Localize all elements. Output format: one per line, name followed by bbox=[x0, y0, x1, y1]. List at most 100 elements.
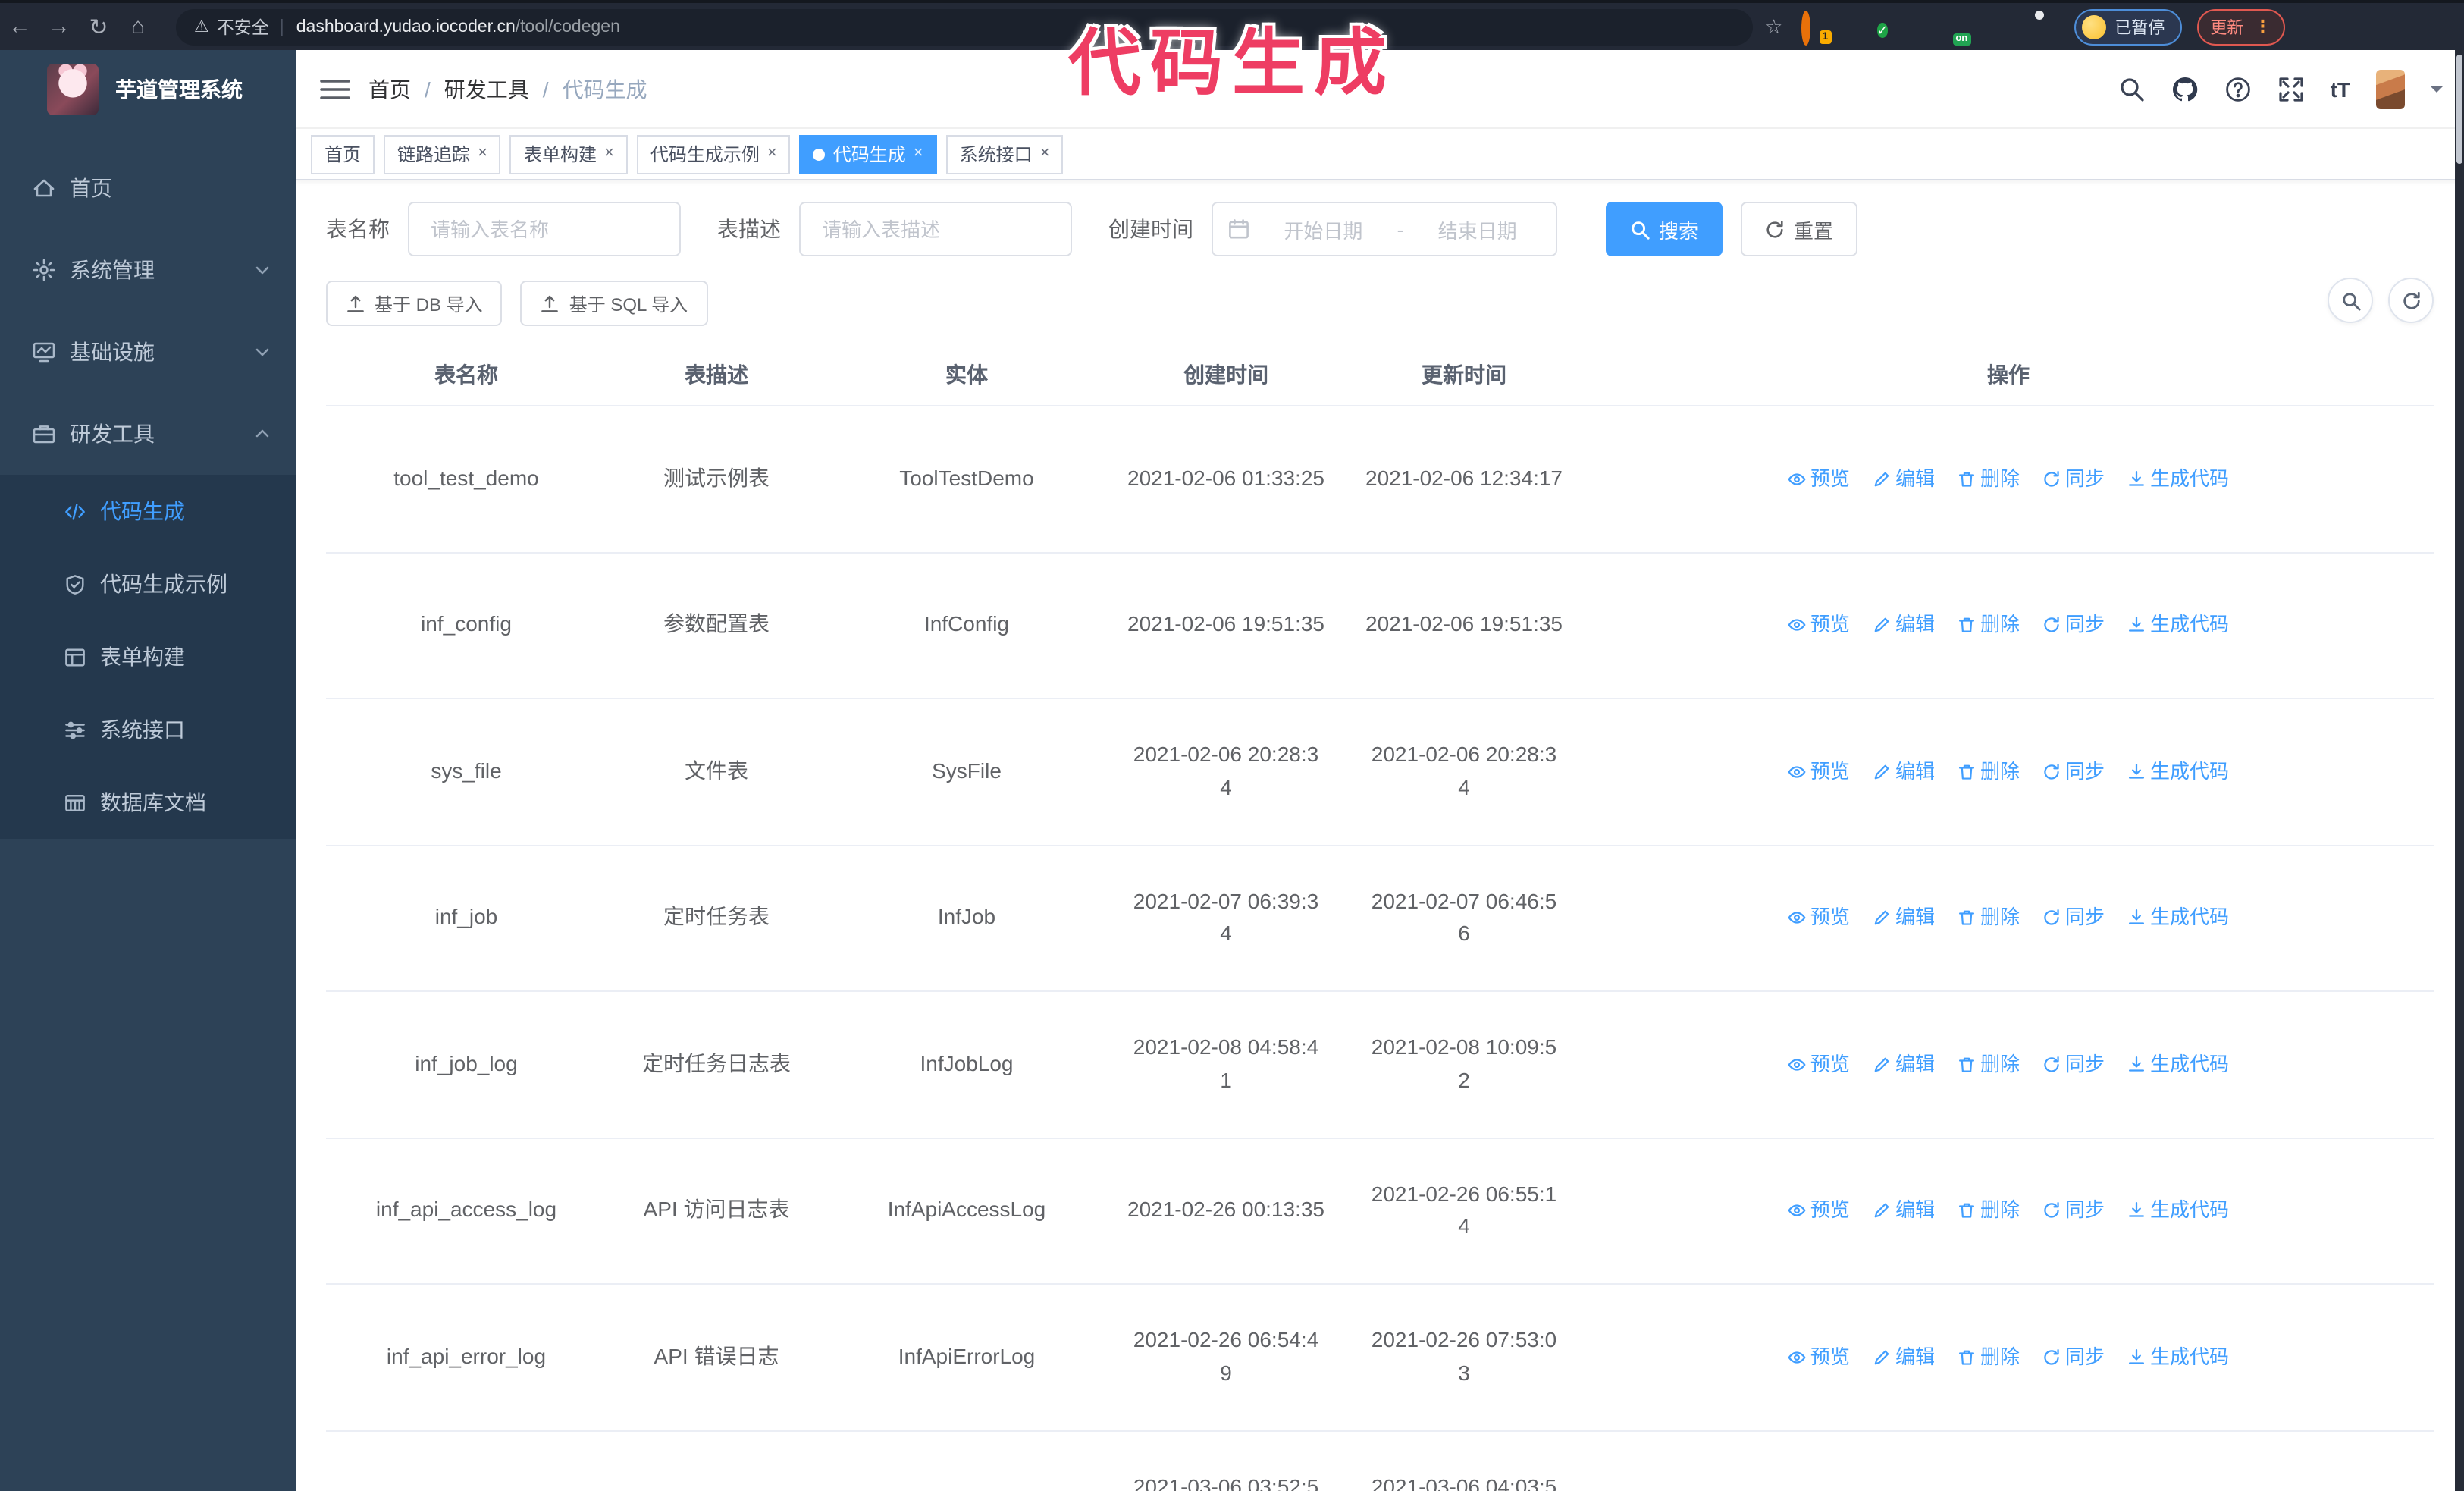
kebab-menu-icon[interactable]: ⋮ bbox=[2254, 17, 2271, 36]
sync-link[interactable]: 同步 bbox=[2042, 1050, 2105, 1080]
generate-code-link[interactable]: 生成代码 bbox=[2127, 463, 2229, 494]
edit-link[interactable]: 编辑 bbox=[1873, 1050, 1935, 1080]
db-import-button[interactable]: 基于 DB 导入 bbox=[326, 281, 503, 326]
sidebar-item-codegen-example[interactable]: 代码生成示例 bbox=[0, 548, 296, 620]
extension-grid-icon[interactable] bbox=[1914, 14, 1939, 39]
sql-import-button[interactable]: 基于 SQL 导入 bbox=[520, 281, 708, 326]
browser-forward-icon[interactable]: → bbox=[39, 14, 79, 39]
extension-dark-on-icon[interactable]: on bbox=[1952, 14, 1977, 45]
edit-link[interactable]: 编辑 bbox=[1873, 1489, 1935, 1491]
browser-back-icon[interactable]: ← bbox=[0, 14, 39, 39]
table-desc-input[interactable] bbox=[822, 218, 1049, 240]
browser-home-icon[interactable]: ⌂ bbox=[118, 14, 158, 39]
browser-scrollbar[interactable] bbox=[2455, 50, 2464, 1491]
font-size-icon[interactable]: tT bbox=[2331, 77, 2350, 101]
reset-button[interactable]: 重置 bbox=[1741, 202, 1858, 256]
sync-link[interactable]: 同步 bbox=[2042, 463, 2105, 494]
delete-link[interactable]: 删除 bbox=[1958, 610, 2020, 640]
scrollbar-thumb[interactable] bbox=[2456, 55, 2462, 164]
delete-link[interactable]: 删除 bbox=[1958, 756, 2020, 786]
tab[interactable]: 链路追踪 × bbox=[384, 134, 501, 174]
sidebar-item-infra[interactable]: 基础设施 bbox=[0, 311, 296, 393]
tab[interactable]: 表单构建 × bbox=[509, 134, 628, 174]
edit-link[interactable]: 编辑 bbox=[1873, 463, 1935, 494]
generate-code-link[interactable]: 生成代码 bbox=[2127, 1489, 2229, 1491]
sync-link[interactable]: 同步 bbox=[2042, 1489, 2105, 1491]
preview-link[interactable]: 预览 bbox=[1788, 756, 1850, 786]
preview-link[interactable]: 预览 bbox=[1788, 1489, 1850, 1491]
breadcrumb-devtools[interactable]: 研发工具 bbox=[444, 74, 529, 104]
edit-link[interactable]: 编辑 bbox=[1873, 1196, 1935, 1226]
sidebar-item-db-doc[interactable]: 数据库文档 bbox=[0, 766, 296, 839]
edit-link[interactable]: 编辑 bbox=[1873, 902, 1935, 933]
breadcrumb-home[interactable]: 首页 bbox=[368, 74, 411, 104]
search-button[interactable]: 搜索 bbox=[1606, 202, 1723, 256]
preview-link[interactable]: 预览 bbox=[1788, 610, 1850, 640]
logo[interactable]: 芋道管理系统 bbox=[0, 50, 296, 129]
close-icon[interactable]: × bbox=[604, 145, 614, 162]
close-icon[interactable]: × bbox=[1040, 145, 1050, 162]
tab[interactable]: 代码生成示例 × bbox=[636, 134, 791, 174]
sync-link[interactable]: 同步 bbox=[2042, 756, 2105, 786]
tab[interactable]: 代码生成 × bbox=[799, 134, 937, 174]
generate-code-link[interactable]: 生成代码 bbox=[2127, 1342, 2229, 1373]
extensions-puzzle-icon[interactable] bbox=[2028, 10, 2052, 39]
date-range-picker[interactable]: 开始日期 - 结束日期 bbox=[1212, 202, 1557, 256]
extension-orange-ring-icon[interactable]: 1 bbox=[1801, 10, 1832, 45]
preview-link[interactable]: 预览 bbox=[1788, 1050, 1850, 1080]
generate-code-link[interactable]: 生成代码 bbox=[2127, 756, 2229, 786]
sidebar-item-home[interactable]: 首页 bbox=[0, 147, 296, 229]
sidebar-item-form-builder[interactable]: 表单构建 bbox=[0, 620, 296, 693]
sidebar-item-system[interactable]: 系统管理 bbox=[0, 229, 296, 311]
delete-link[interactable]: 删除 bbox=[1958, 1196, 2020, 1226]
delete-link[interactable]: 删除 bbox=[1958, 1050, 2020, 1080]
edit-link[interactable]: 编辑 bbox=[1873, 610, 1935, 640]
delete-link[interactable]: 删除 bbox=[1958, 902, 2020, 933]
delete-link[interactable]: 删除 bbox=[1958, 1342, 2020, 1373]
github-icon[interactable] bbox=[2171, 75, 2199, 102]
edit-link[interactable]: 编辑 bbox=[1873, 1342, 1935, 1373]
extension-green-bot-icon[interactable] bbox=[1990, 14, 2014, 39]
browser-reload-icon[interactable]: ↻ bbox=[79, 13, 118, 40]
update-button[interactable]: 更新 ⋮ bbox=[2196, 8, 2285, 45]
bookmark-star-icon[interactable]: ☆ bbox=[1765, 14, 1782, 39]
hamburger-icon[interactable] bbox=[320, 77, 350, 101]
generate-code-link[interactable]: 生成代码 bbox=[2127, 1196, 2229, 1226]
preview-link[interactable]: 预览 bbox=[1788, 1196, 1850, 1226]
end-date-placeholder[interactable]: 结束日期 bbox=[1414, 215, 1541, 243]
help-icon[interactable] bbox=[2224, 75, 2252, 102]
preview-link[interactable]: 预览 bbox=[1788, 463, 1850, 494]
sidebar-item-system-api[interactable]: 系统接口 bbox=[0, 693, 296, 766]
address-bar[interactable]: ⚠ 不安全 | dashboard.yudao.iocoder.cn/tool/… bbox=[176, 8, 1753, 45]
sync-link[interactable]: 同步 bbox=[2042, 610, 2105, 640]
start-date-placeholder[interactable]: 开始日期 bbox=[1260, 215, 1387, 243]
delete-link[interactable]: 删除 bbox=[1958, 463, 2020, 494]
generate-code-link[interactable]: 生成代码 bbox=[2127, 1050, 2229, 1080]
close-icon[interactable]: × bbox=[767, 145, 777, 162]
caret-down-icon[interactable] bbox=[2431, 86, 2443, 98]
delete-link[interactable]: 删除 bbox=[1958, 1489, 2020, 1491]
sync-link[interactable]: 同步 bbox=[2042, 902, 2105, 933]
preview-link[interactable]: 预览 bbox=[1788, 1342, 1850, 1373]
table-name-input[interactable] bbox=[431, 218, 658, 240]
extension-green-check-icon[interactable]: ✓ bbox=[1876, 14, 1901, 39]
not-secure-label[interactable]: 不安全 bbox=[217, 14, 269, 39]
sidebar-item-devtools[interactable]: 研发工具 bbox=[0, 393, 296, 475]
preview-link[interactable]: 预览 bbox=[1788, 902, 1850, 933]
profile-chip[interactable]: 已暂停 bbox=[2074, 8, 2182, 45]
tab[interactable]: 首页 bbox=[311, 134, 375, 174]
close-icon[interactable]: × bbox=[478, 145, 487, 162]
show-search-button[interactable] bbox=[2328, 278, 2373, 323]
generate-code-link[interactable]: 生成代码 bbox=[2127, 610, 2229, 640]
avatar[interactable] bbox=[2376, 69, 2405, 108]
extension-gem-icon[interactable] bbox=[1839, 14, 1863, 39]
fullscreen-icon[interactable] bbox=[2277, 75, 2305, 102]
sync-link[interactable]: 同步 bbox=[2042, 1342, 2105, 1373]
sync-link[interactable]: 同步 bbox=[2042, 1196, 2105, 1226]
refresh-table-button[interactable] bbox=[2388, 278, 2434, 323]
search-icon[interactable] bbox=[2118, 75, 2146, 102]
close-icon[interactable]: × bbox=[914, 145, 923, 162]
edit-link[interactable]: 编辑 bbox=[1873, 756, 1935, 786]
tab[interactable]: 系统接口 × bbox=[945, 134, 1064, 174]
generate-code-link[interactable]: 生成代码 bbox=[2127, 902, 2229, 933]
